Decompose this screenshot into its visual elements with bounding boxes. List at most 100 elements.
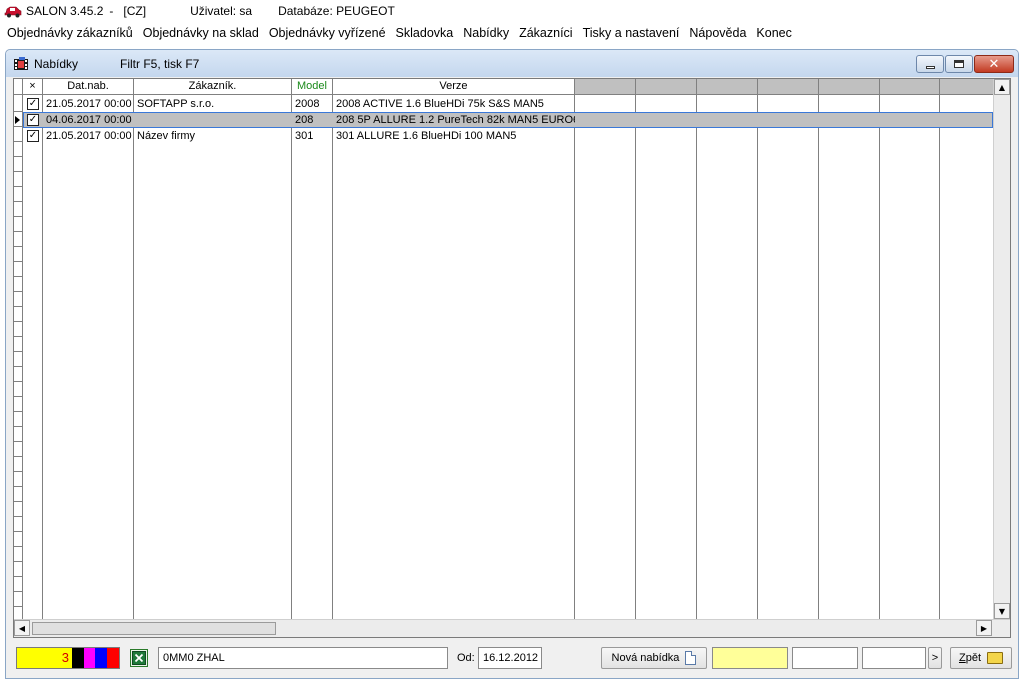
horizontal-scrollbar[interactable]: ◀ ▶ [14, 619, 1010, 637]
minimize-button[interactable] [916, 55, 944, 73]
header-indicator [14, 79, 23, 95]
header-date[interactable]: Dat.nab. [43, 79, 134, 95]
column-divider [696, 95, 697, 619]
scroll-down-button[interactable]: ▼ [994, 603, 1010, 619]
row-checkbox[interactable]: ✓ [27, 98, 39, 110]
window-title: Nabídky [34, 57, 79, 71]
cell-version: 301 ALLURE 1.6 BlueHDi 100 MAN5 [336, 130, 517, 142]
menu-completed-orders[interactable]: Objednávky vyřízené [266, 26, 393, 40]
window-caption: Nabídky Filtr F5, tisk F7 ✕ [6, 50, 1018, 77]
app-name: SALON 3.45.2 [26, 4, 104, 18]
header-model[interactable]: Model [292, 79, 333, 95]
back-button[interactable]: Zpět [950, 647, 1012, 669]
record-count-box: 3 [16, 647, 120, 669]
header-version[interactable]: Verze [333, 79, 575, 95]
row-checkbox[interactable]: ✓ [27, 130, 39, 142]
column-divider [291, 95, 292, 619]
menu-customer-orders[interactable]: Objednávky zákazníků [4, 26, 140, 40]
excel-export-button[interactable] [130, 649, 148, 667]
language-indicator: [CZ] [123, 4, 147, 18]
header-blank [697, 79, 758, 95]
arrow-left-icon: ◀ [18, 623, 26, 633]
maximize-icon [954, 60, 964, 68]
next-button[interactable]: > [928, 647, 942, 669]
film-icon [14, 57, 28, 70]
column-divider [133, 95, 134, 619]
table-row-selected[interactable]: ✓ 04.06.2017 00:00 208 208 5P ALLURE 1.2… [23, 112, 993, 128]
app-title-bar: SALON 3.45.2 - [CZ] Uživatel: sa Databáz… [0, 0, 1024, 22]
color-swatch-red[interactable] [107, 648, 120, 668]
cell-customer: Název firmy [137, 130, 196, 142]
color-swatch-black[interactable] [71, 648, 84, 668]
header-blank [575, 79, 636, 95]
input-field-2[interactable] [792, 647, 858, 669]
vertical-scrollbar[interactable]: ▲ ▼ [993, 79, 1010, 619]
document-icon [685, 651, 697, 665]
column-divider [818, 95, 819, 619]
yellow-input-field[interactable] [712, 647, 788, 669]
database-label: Databáze: PEUGEOT [278, 4, 395, 18]
code-field[interactable]: 0MM0 ZHAL [158, 647, 448, 669]
cell-model: 2008 [295, 98, 320, 110]
header-blank [940, 79, 995, 95]
menu-stock-orders[interactable]: Objednávky na sklad [140, 26, 266, 40]
menu-exit[interactable]: Konec [753, 26, 798, 40]
color-swatch-blue[interactable] [95, 648, 108, 668]
menu-prints-settings[interactable]: Tisky a nastavení [580, 26, 687, 40]
header-blank [880, 79, 940, 95]
cell-version: 2008 ACTIVE 1.6 BlueHDi 75k S&S MAN5 [336, 98, 544, 110]
back-label-hotkey: Z [958, 652, 966, 664]
maximize-button[interactable] [945, 55, 973, 73]
cell-date: 21.05.2017 00:00 [46, 98, 132, 110]
user-label: Uživatel: sa [190, 4, 253, 18]
menu-customers[interactable]: Zákazníci [516, 26, 580, 40]
column-divider [879, 95, 880, 619]
header-check[interactable]: × [23, 79, 43, 95]
cell-date: 21.05.2017 00:00 [46, 130, 132, 142]
column-divider [332, 95, 333, 619]
arrow-up-icon: ▲ [998, 82, 1006, 92]
offers-grid: × Dat.nab. Zákazník. Model Verze ✓ 21.05… [13, 78, 1011, 638]
color-swatch-magenta[interactable] [83, 648, 96, 668]
arrow-down-icon: ▼ [998, 606, 1006, 616]
new-offer-label: Nová nabídka [611, 652, 680, 664]
column-divider [635, 95, 636, 619]
header-blank [636, 79, 697, 95]
scroll-right-button[interactable]: ▶ [976, 620, 992, 636]
header-customer[interactable]: Zákazník. [134, 79, 292, 95]
row-checkbox[interactable]: ✓ [27, 114, 39, 126]
scroll-left-button[interactable]: ◀ [14, 620, 30, 636]
cell-version: 208 5P ALLURE 1.2 PureTech 82k MAN5 EURO… [336, 114, 575, 126]
folder-open-icon [987, 652, 1004, 664]
window-hint: Filtr F5, tisk F7 [120, 57, 200, 71]
cell-date: 04.06.2017 00:00 [46, 114, 132, 126]
horizontal-scroll-thumb[interactable] [32, 622, 276, 635]
back-label-rest: pět [965, 652, 982, 664]
close-icon: ✕ [988, 56, 1000, 72]
input-field-3[interactable] [862, 647, 926, 669]
table-row[interactable]: ✓ 21.05.2017 00:00 Název firmy 301 301 A… [23, 128, 993, 144]
header-blank [819, 79, 880, 95]
column-divider [757, 95, 758, 619]
new-offer-button[interactable]: Nová nabídka [601, 647, 707, 669]
current-row-pointer-icon [15, 116, 20, 124]
minimize-icon [925, 65, 935, 69]
cell-customer: SOFTAPP s.r.o. [137, 98, 215, 110]
row-indicator-column [14, 95, 23, 619]
table-row[interactable]: ✓ 21.05.2017 00:00 SOFTAPP s.r.o. 2008 2… [23, 96, 993, 112]
menu-bar: Objednávky zákazníků Objednávky na sklad… [0, 22, 1024, 44]
cell-customer [134, 112, 292, 128]
close-button[interactable]: ✕ [974, 55, 1014, 73]
arrow-right-icon: ▶ [980, 623, 988, 633]
column-divider [574, 95, 575, 619]
menu-help[interactable]: Nápověda [686, 26, 753, 40]
column-divider [42, 95, 43, 619]
column-divider [939, 95, 940, 619]
offers-window: Nabídky Filtr F5, tisk F7 ✕ × Dat.nab. Z… [5, 49, 1019, 679]
scroll-up-button[interactable]: ▲ [994, 79, 1010, 95]
menu-offers[interactable]: Nabídky [460, 26, 516, 40]
menu-stock[interactable]: Skladovka [393, 26, 461, 40]
from-date-field[interactable]: 16.12.2012 [478, 647, 542, 669]
title-separator: - [109, 4, 114, 18]
back-label: Zpět [959, 648, 981, 668]
